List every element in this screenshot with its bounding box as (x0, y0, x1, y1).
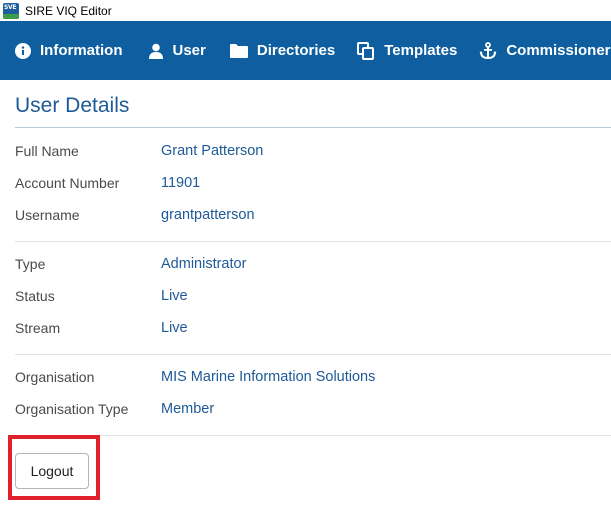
nav-item-label: User (172, 42, 206, 59)
detail-value: Grant Patterson (161, 143, 264, 159)
nav-item-templates[interactable]: Templates (357, 21, 457, 80)
nav-item-label: Templates (384, 42, 458, 59)
title-divider (15, 127, 611, 128)
detail-label: Status (15, 288, 55, 304)
nav-item-user[interactable]: User (148, 21, 206, 80)
folder-icon (229, 44, 248, 58)
copy-icon (357, 41, 375, 60)
detail-label: Full Name (15, 143, 79, 159)
detail-value: 11901 (161, 175, 201, 191)
nav-item-label: Commissioners (506, 42, 611, 59)
app-logo-icon: SVE (3, 2, 19, 19)
detail-label: Stream (15, 320, 61, 336)
main-navbar: Information User Directories Templates C… (0, 21, 611, 80)
detail-value: grantpatterson (161, 207, 255, 223)
detail-label: Account Number (15, 175, 120, 191)
detail-value: Administrator (161, 256, 247, 272)
detail-value: Live (161, 288, 188, 304)
detail-label: Username (15, 207, 80, 223)
nav-item-label: Directories (256, 42, 336, 59)
detail-value: Member (161, 401, 215, 417)
nav-item-commissioners[interactable]: Commissioners (479, 21, 611, 80)
page-title: User Details (15, 94, 130, 117)
section-divider (15, 241, 611, 242)
nav-item-directories[interactable]: Directories (229, 21, 336, 80)
nav-item-label: Information (40, 42, 123, 59)
user-icon (148, 43, 163, 59)
detail-label: Type (15, 256, 46, 272)
detail-value: Live (161, 320, 188, 336)
detail-label: Organisation (15, 369, 95, 385)
detail-value: MIS Marine Information Solutions (161, 369, 376, 385)
highlight-box (8, 435, 100, 500)
section-divider (15, 435, 611, 436)
anchor-icon (479, 41, 497, 59)
nav-item-information[interactable]: Information (15, 21, 123, 80)
info-icon (15, 42, 31, 59)
window-title: SIRE VIQ Editor (25, 3, 112, 18)
detail-label: Organisation Type (15, 401, 129, 417)
section-divider (15, 354, 611, 355)
window-titlebar: SVE SIRE VIQ Editor (0, 0, 611, 21)
